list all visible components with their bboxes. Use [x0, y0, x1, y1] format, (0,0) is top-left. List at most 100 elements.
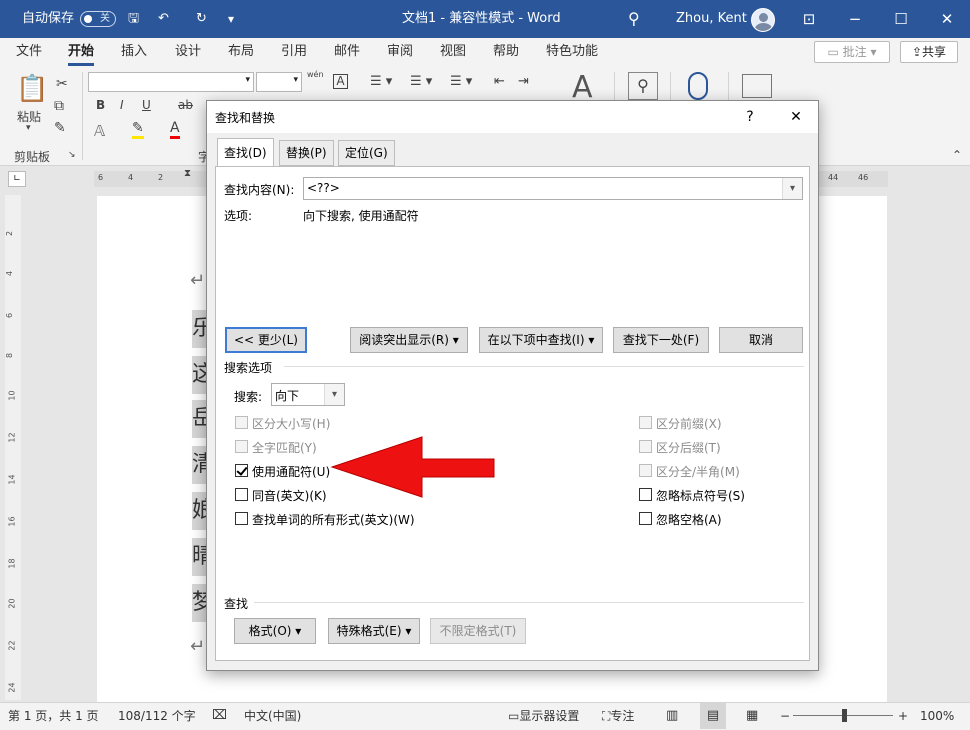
- proofing-icon[interactable]: ⌧: [212, 703, 227, 729]
- italic-button[interactable]: I: [120, 98, 124, 112]
- cut-icon[interactable]: ✂: [56, 76, 68, 92]
- ribbon-display-icon[interactable]: ⊡: [786, 0, 832, 38]
- avatar[interactable]: [751, 8, 775, 32]
- user-name[interactable]: Zhou, Kent: [676, 0, 747, 38]
- autosave-toggle[interactable]: 关: [76, 0, 116, 38]
- format-button[interactable]: 格式(O) ▾: [234, 618, 316, 644]
- tab-selector-icon[interactable]: ∟: [8, 171, 26, 187]
- font-size-box[interactable]: ▾: [256, 72, 302, 92]
- tab-review[interactable]: 审阅: [387, 38, 413, 66]
- phonetic-guide-icon[interactable]: wén: [307, 70, 324, 79]
- text-effects-icon[interactable]: 𝔸: [94, 122, 105, 140]
- redo-icon[interactable]: ↻: [196, 0, 207, 38]
- language-status[interactable]: 中文(中国): [244, 703, 301, 729]
- maximize-icon[interactable]: ☐: [878, 0, 924, 38]
- decrease-indent-icon[interactable]: ⇤: [494, 74, 505, 89]
- whole-word-checkbox[interactable]: [235, 440, 248, 453]
- zoom-slider-thumb[interactable]: [842, 709, 847, 722]
- zoom-level[interactable]: 100%: [920, 703, 954, 729]
- zoom-in-button[interactable]: +: [898, 703, 908, 729]
- share-button[interactable]: ⇪共享: [900, 41, 958, 63]
- find-what-input[interactable]: <??> ▾: [303, 177, 803, 200]
- all-word-forms-checkbox[interactable]: [235, 512, 248, 525]
- match-prefix-checkbox[interactable]: [639, 416, 652, 429]
- tab-home[interactable]: 开始: [68, 38, 95, 66]
- paste-dropdown-icon[interactable]: ▾: [26, 123, 31, 133]
- clipboard-launcher-icon[interactable]: ↘: [68, 150, 76, 160]
- page-count[interactable]: 第 1 页，共 1 页: [8, 703, 99, 729]
- ignore-punctuation-checkbox[interactable]: [639, 488, 652, 501]
- increase-indent-icon[interactable]: ⇥: [518, 74, 529, 89]
- share-icon: ⇪: [911, 45, 923, 59]
- find-icon[interactable]: ⚲: [628, 72, 658, 100]
- vruler-tick: 14: [7, 474, 17, 485]
- collapse-ribbon-icon[interactable]: ⌃: [952, 148, 962, 162]
- sounds-like-checkbox[interactable]: [235, 488, 248, 501]
- vruler-tick: 2: [5, 230, 15, 237]
- multilevel-list-icon[interactable]: ☰ ▾: [450, 74, 472, 89]
- reading-highlight-button[interactable]: 阅读突出显示(R) ▾: [350, 327, 468, 353]
- cancel-button[interactable]: 取消: [719, 327, 803, 353]
- print-layout-icon[interactable]: ▤: [700, 703, 726, 729]
- display-settings[interactable]: ▭显示器设置: [508, 703, 579, 729]
- font-color-icon[interactable]: A: [170, 120, 180, 139]
- ignore-space-checkbox[interactable]: [639, 512, 652, 525]
- format-painter-icon[interactable]: ✎: [54, 120, 66, 136]
- tab-insert[interactable]: 插入: [121, 38, 147, 66]
- tab-features[interactable]: 特色功能: [546, 38, 598, 66]
- find-history-dropdown-icon[interactable]: ▾: [782, 178, 802, 199]
- paste-icon[interactable]: 📋: [16, 74, 48, 104]
- close-window-icon[interactable]: ✕: [924, 0, 970, 38]
- bold-button[interactable]: B: [96, 98, 105, 112]
- find-next-button[interactable]: 查找下一处(F): [613, 327, 709, 353]
- tab-find[interactable]: 查找(D): [217, 138, 274, 167]
- zoom-out-button[interactable]: −: [780, 703, 790, 729]
- tab-mailings[interactable]: 邮件: [334, 38, 360, 66]
- undo-icon[interactable]: ↶: [158, 0, 169, 38]
- close-dialog-button[interactable]: ✕: [784, 105, 808, 129]
- char-border-icon[interactable]: A: [333, 74, 348, 89]
- less-button[interactable]: << 更少(L): [225, 327, 307, 353]
- tab-layout[interactable]: 布局: [228, 38, 254, 66]
- find-replace-dialog: 查找和替换 ? ✕ 查找(D) 替换(P) 定位(G) 查找内容(N): <??…: [206, 100, 819, 671]
- tab-help[interactable]: 帮助: [493, 38, 519, 66]
- customize-qat-icon[interactable]: ▾: [228, 0, 234, 38]
- indent-marker-icon[interactable]: ⧗: [184, 168, 191, 179]
- help-button[interactable]: ?: [738, 105, 762, 129]
- minimize-icon[interactable]: −: [832, 0, 878, 38]
- word-count[interactable]: 108/112 个字: [118, 703, 196, 729]
- copy-icon[interactable]: ⧉: [54, 98, 64, 114]
- web-layout-icon[interactable]: ▦: [746, 703, 758, 729]
- dialog-title-bar[interactable]: 查找和替换 ? ✕: [207, 101, 818, 133]
- tab-references[interactable]: 引用: [281, 38, 307, 66]
- paragraph-mark-icon: ↵: [190, 636, 206, 657]
- save-icon[interactable]: 🖫: [128, 0, 139, 38]
- match-suffix-checkbox[interactable]: [639, 440, 652, 453]
- title-bar: 自动保存 关 🖫 ↶ ↻ ▾ 文档1 - 兼容性模式 - Word ⚲ Zhou…: [0, 0, 970, 38]
- focus-mode[interactable]: ⛶专注: [602, 703, 634, 729]
- font-name-box[interactable]: ▾: [88, 72, 254, 92]
- ignore-punctuation-label: 忽略标点符号(S): [656, 489, 745, 503]
- dictate-icon[interactable]: [688, 72, 708, 100]
- search-icon[interactable]: ⚲: [628, 0, 640, 38]
- numbering-icon[interactable]: ☰ ▾: [410, 74, 432, 89]
- highlight-icon[interactable]: ✎: [132, 120, 144, 139]
- use-wildcards-checkbox[interactable]: [235, 464, 248, 477]
- tab-replace[interactable]: 替换(P): [279, 140, 334, 166]
- strikethrough-button[interactable]: ab: [178, 98, 193, 112]
- read-mode-icon[interactable]: ▥: [666, 703, 678, 729]
- tab-design[interactable]: 设计: [175, 38, 201, 66]
- vruler-tick: 10: [7, 390, 17, 401]
- match-case-checkbox[interactable]: [235, 416, 248, 429]
- underline-button[interactable]: U: [142, 98, 151, 112]
- find-in-button[interactable]: 在以下项中查找(I) ▾: [479, 327, 603, 353]
- reuse-files-icon[interactable]: [742, 74, 772, 98]
- tab-file[interactable]: 文件: [16, 38, 42, 66]
- comments-button[interactable]: ▭ 批注 ▾: [814, 41, 890, 63]
- bullets-icon[interactable]: ☰ ▾: [370, 74, 392, 89]
- special-format-button[interactable]: 特殊格式(E) ▾: [328, 618, 420, 644]
- match-width-checkbox[interactable]: [639, 464, 652, 477]
- tab-goto[interactable]: 定位(G): [338, 140, 395, 166]
- search-direction-select[interactable]: 向下 ▾: [271, 383, 345, 406]
- tab-view[interactable]: 视图: [440, 38, 466, 66]
